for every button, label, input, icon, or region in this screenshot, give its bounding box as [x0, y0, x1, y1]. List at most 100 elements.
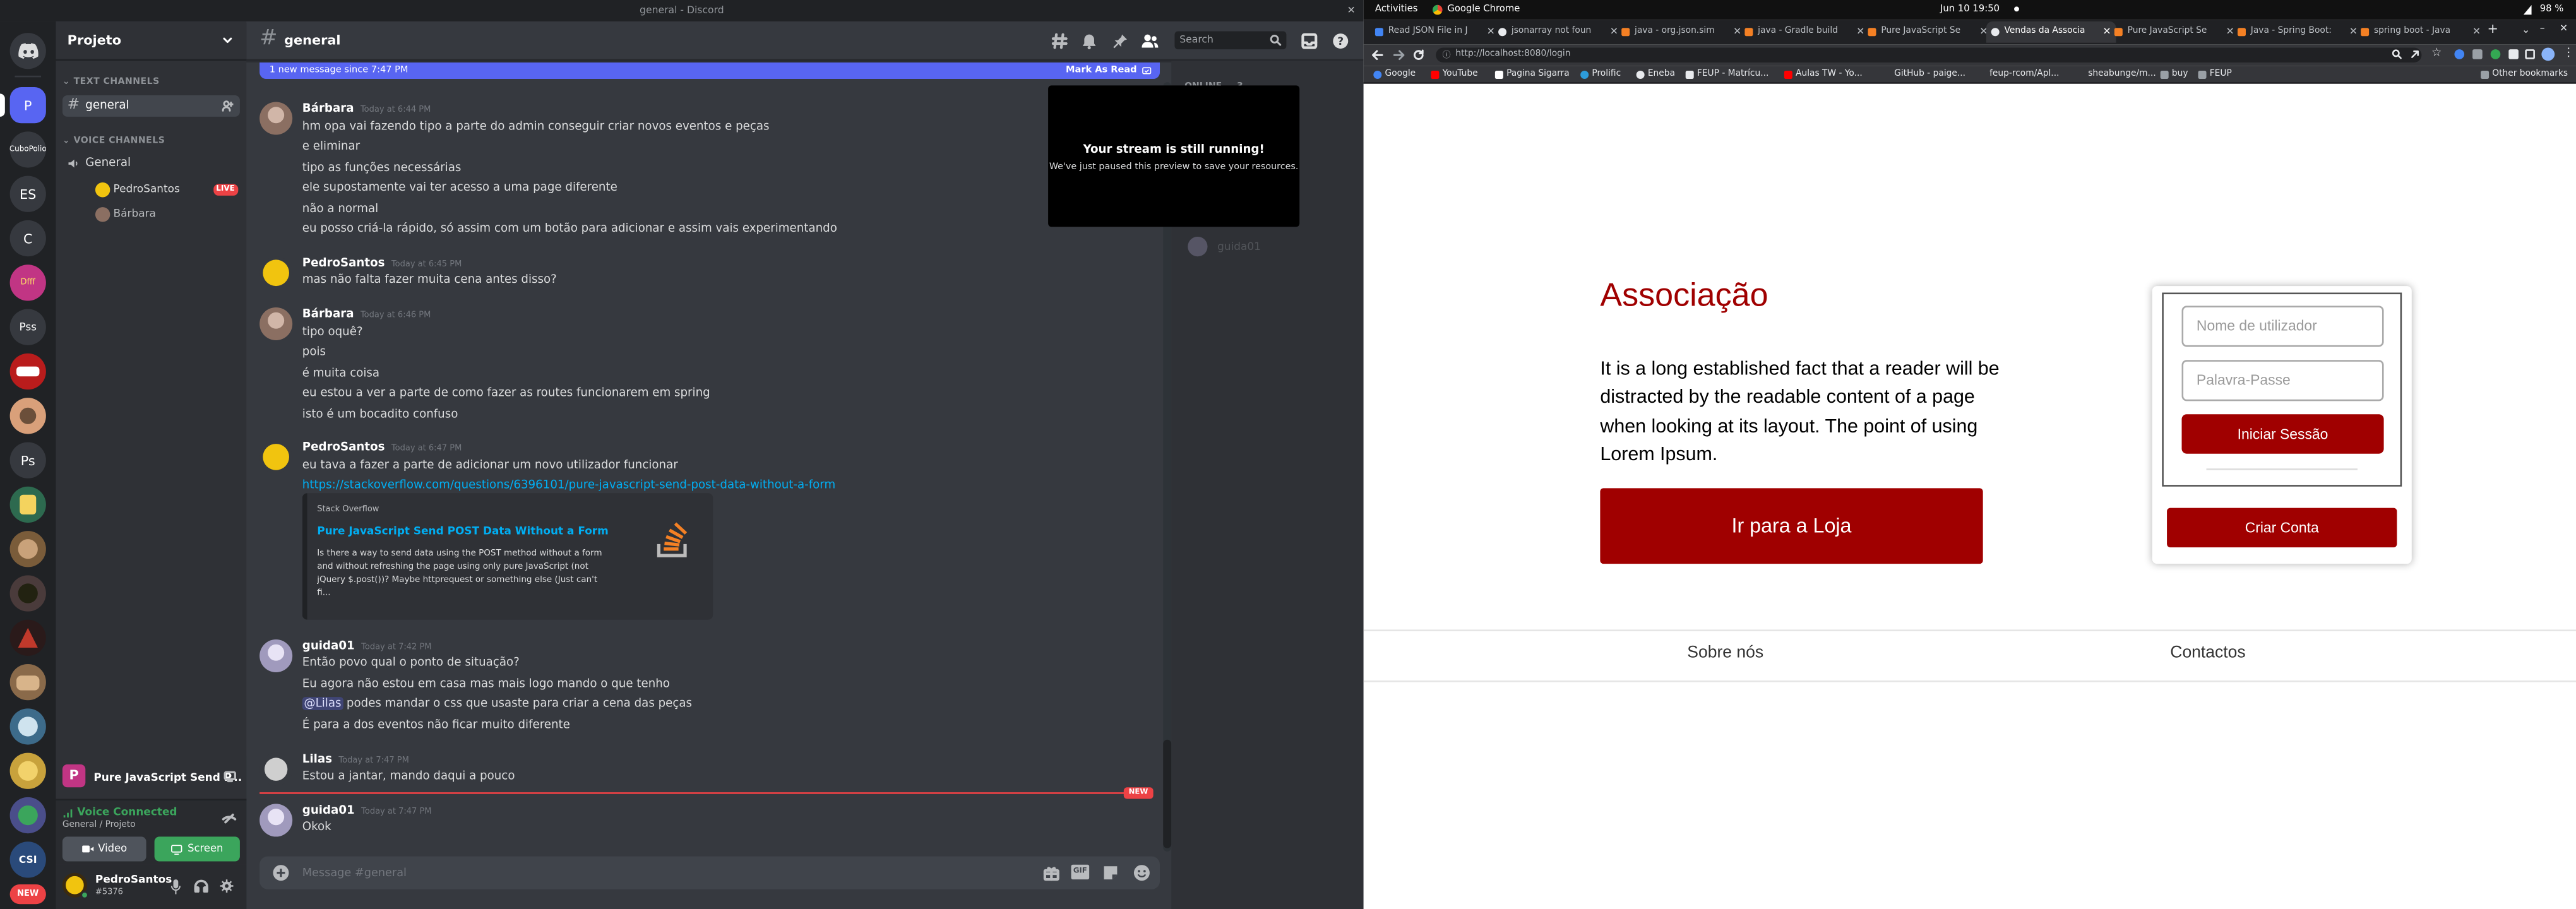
- bookmark-item[interactable]: YouTube: [1431, 66, 1478, 84]
- message-author[interactable]: guida01 Today at 7:47 PM: [302, 804, 432, 817]
- avatar[interactable]: [259, 804, 293, 837]
- register-button[interactable]: Criar Conta: [2167, 508, 2397, 548]
- sticker-icon[interactable]: [1102, 865, 1119, 881]
- message-composer[interactable]: Message #general GIF: [259, 856, 1160, 889]
- clock[interactable]: Jun 10 19:50: [1940, 0, 2000, 20]
- message-author[interactable]: guida01 Today at 7:42 PM: [302, 639, 432, 653]
- reload-icon[interactable]: [1413, 49, 1424, 61]
- tab-search-icon[interactable]: ⌄: [2522, 25, 2530, 36]
- bookmark-item[interactable]: Google: [1373, 66, 1416, 84]
- server-icon-red[interactable]: [9, 353, 46, 390]
- video-button[interactable]: Video: [62, 836, 146, 862]
- message-author[interactable]: PedroSantos Today at 6:47 PM: [302, 441, 462, 454]
- guild-header[interactable]: Projeto: [56, 21, 247, 61]
- profile-avatar[interactable]: [2541, 47, 2555, 61]
- close-window-icon[interactable]: ✕: [1347, 0, 1356, 21]
- browser-tab[interactable]: spring boot - Java ✕: [2356, 21, 2486, 43]
- message-link[interactable]: https://stackoverflow.com/questions/6396…: [302, 478, 835, 492]
- pin-icon[interactable]: [1112, 33, 1129, 49]
- add-member-icon[interactable]: [222, 100, 234, 112]
- bookmark-folder[interactable]: FEUP: [2198, 66, 2232, 84]
- back-icon[interactable]: [1372, 49, 1383, 61]
- screen-button[interactable]: Screen: [154, 836, 240, 862]
- puzzle-icon[interactable]: [2508, 49, 2519, 59]
- screen-share-notification[interactable]: P Pure JavaScript Send P...: [56, 756, 247, 799]
- avatar[interactable]: [259, 307, 293, 341]
- battery-status[interactable]: 98 %: [2540, 0, 2564, 20]
- nav-link-contacts[interactable]: Contactos: [2170, 645, 2245, 663]
- gif-icon[interactable]: GIF: [1071, 864, 1090, 880]
- server-icon-avatar-5[interactable]: [9, 664, 46, 701]
- bell-icon[interactable]: [1081, 33, 1097, 50]
- browser-tab[interactable]: Read JSON File in J ✕: [1370, 21, 1500, 43]
- voice-status[interactable]: Voice Connected: [77, 805, 177, 819]
- user-mention[interactable]: @Lilas: [302, 697, 343, 710]
- bookmark-item[interactable]: feup-rcom/Apl...: [1978, 66, 2059, 84]
- headphones-icon[interactable]: [194, 879, 208, 893]
- close-window-icon[interactable]: ✕: [2560, 23, 2568, 34]
- microphone-icon[interactable]: [170, 879, 181, 894]
- bookmark-item[interactable]: Pagina Sigarra: [1494, 66, 1570, 84]
- composer-placeholder[interactable]: Message #general: [302, 866, 407, 879]
- bookmark-star-icon[interactable]: ☆: [2431, 46, 2442, 59]
- server-icon-projeto[interactable]: P: [9, 87, 46, 124]
- avatar[interactable]: [259, 639, 293, 673]
- gift-icon[interactable]: [1043, 865, 1059, 881]
- server-icon-avatar-7[interactable]: [9, 752, 46, 789]
- new-badge[interactable]: NEW: [9, 884, 46, 905]
- mark-as-read-button[interactable]: Mark As Read: [1066, 62, 1137, 79]
- message-author[interactable]: Lilas Today at 7:47 PM: [302, 753, 409, 766]
- embed-provider[interactable]: Stack Overflow: [317, 504, 379, 514]
- search-input[interactable]: Search: [1174, 31, 1287, 50]
- bookmark-folder[interactable]: buy: [2160, 66, 2188, 84]
- server-icon-avatar-1[interactable]: [9, 398, 46, 434]
- menu-icon[interactable]: ⋮: [2563, 46, 2574, 59]
- stream-preview-overlay[interactable]: Your stream is still running! We've just…: [1048, 85, 1300, 227]
- avatar[interactable]: [259, 752, 293, 786]
- message-author[interactable]: PedroSantos Today at 6:45 PM: [302, 256, 462, 270]
- server-icon-csi[interactable]: CSI: [9, 841, 46, 878]
- embed-title[interactable]: Pure JavaScript Send POST Data Without a…: [317, 525, 609, 538]
- server-icon-c[interactable]: C: [9, 220, 46, 257]
- home-icon[interactable]: [9, 33, 46, 69]
- store-button[interactable]: Ir para a Loja: [1600, 488, 1983, 564]
- browser-tab[interactable]: java - org.json.sim ✕: [1616, 21, 1746, 43]
- new-tab-icon[interactable]: +: [2487, 21, 2498, 36]
- avatar[interactable]: [259, 256, 293, 290]
- server-icon-game[interactable]: [9, 486, 46, 523]
- address-bar[interactable]: ⓘ http://localhost:8080/login: [1436, 47, 2422, 64]
- server-icon-avatar-2[interactable]: [9, 531, 46, 567]
- members-icon[interactable]: [1142, 33, 1159, 49]
- extension-icon[interactable]: [2490, 49, 2501, 59]
- browser-tab[interactable]: jsonarray not foun ✕: [1493, 21, 1623, 43]
- server-icon-es[interactable]: ES: [9, 175, 46, 212]
- sidebar-icon[interactable]: [2525, 49, 2535, 59]
- server-icon-ps[interactable]: Ps: [9, 442, 46, 478]
- avatar[interactable]: [259, 440, 293, 473]
- inbox-icon[interactable]: [1301, 33, 1318, 49]
- password-input[interactable]: Palavra-Passe: [2181, 360, 2384, 401]
- bookmark-item[interactable]: Aulas TW - Yo...: [1784, 66, 1863, 84]
- page-info-icon[interactable]: ⓘ: [1443, 49, 1451, 64]
- browser-tab[interactable]: Pure JavaScript Se ✕: [2109, 21, 2239, 43]
- server-icon-avatar-8[interactable]: [9, 797, 46, 834]
- username-input[interactable]: Nome de utilizador: [2181, 306, 2384, 347]
- gear-icon[interactable]: [220, 879, 234, 893]
- server-icon-avatar-6[interactable]: [9, 708, 46, 745]
- channel-general[interactable]: # general: [62, 95, 240, 117]
- bookmark-item[interactable]: GitHub - paige...: [1883, 66, 1965, 84]
- bookmark-item[interactable]: FEUP - Matrícu...: [1685, 66, 1768, 84]
- new-messages-bar[interactable]: 1 new message since 7:47 PM Mark As Read: [259, 62, 1160, 79]
- login-button[interactable]: Iniciar Sessão: [2181, 414, 2384, 454]
- extension-icon[interactable]: [2472, 49, 2483, 59]
- extension-icon[interactable]: [2454, 49, 2465, 59]
- chevron-down-icon[interactable]: [222, 35, 233, 46]
- server-icon-cubopolio[interactable]: CuboPolio: [9, 131, 46, 168]
- browser-tab[interactable]: java - Gradle build ✕: [1740, 21, 1870, 43]
- close-tab-icon[interactable]: ✕: [2472, 21, 2481, 43]
- other-bookmarks[interactable]: Other bookmarks: [2481, 66, 2568, 84]
- threads-icon[interactable]: [1051, 33, 1068, 49]
- app-menu[interactable]: Google Chrome: [1447, 0, 1520, 20]
- voice-location[interactable]: General / Projeto: [63, 820, 136, 830]
- nav-link-about[interactable]: Sobre nós: [1687, 645, 1763, 663]
